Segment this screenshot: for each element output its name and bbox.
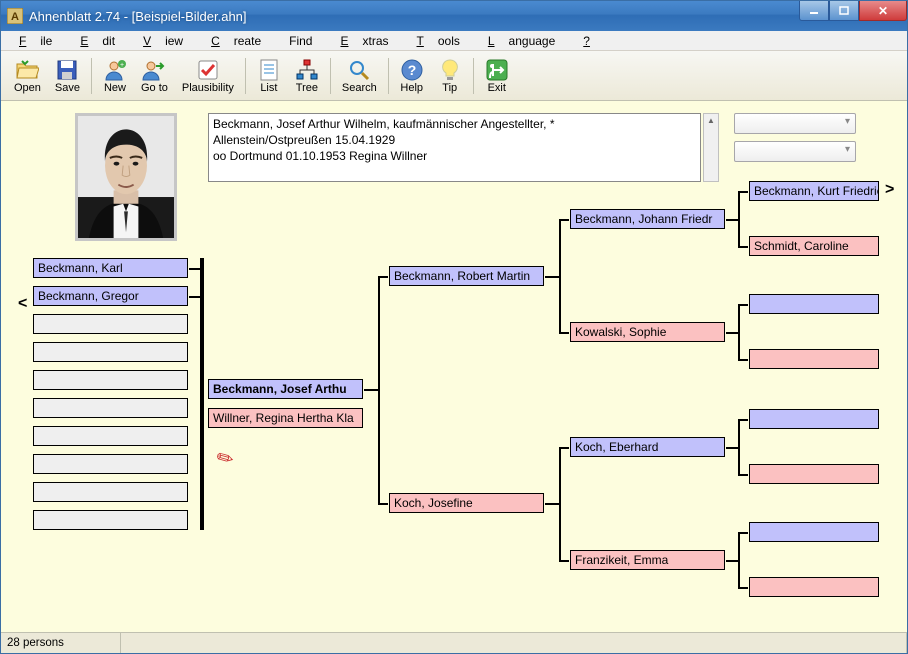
list-button[interactable]: List [250, 55, 288, 97]
child-slot-7[interactable] [33, 454, 188, 474]
main-area: Beckmann, Josef Arthur Wilhelm, kaufmänn… [1, 101, 907, 632]
menu-file[interactable]: File [5, 32, 66, 50]
help-button[interactable]: ?Help [393, 55, 431, 97]
child-slot-3[interactable] [33, 342, 188, 362]
gen4-fff[interactable]: Beckmann, Kurt Friedrich [749, 181, 879, 201]
menu-view[interactable]: View [129, 32, 197, 50]
status-bar: 28 persons [1, 632, 907, 653]
minimize-button[interactable] [799, 1, 829, 21]
gen2-father[interactable]: Beckmann, Robert Martin [389, 266, 544, 286]
exit-button[interactable]: Exit [478, 55, 516, 97]
menu-edit[interactable]: Edit [66, 32, 129, 50]
person-info[interactable]: Beckmann, Josef Arthur Wilhelm, kaufmänn… [208, 113, 701, 182]
person-photo[interactable] [75, 113, 177, 241]
gen4-fmf[interactable] [749, 294, 879, 314]
toolbar: Open Save +New Go to Plausibility List T… [1, 51, 907, 101]
gen3-father-mother[interactable]: Kowalski, Sophie [570, 322, 725, 342]
gen4-ffm[interactable]: Schmidt, Caroline [749, 236, 879, 256]
close-button[interactable]: ✕ [859, 1, 907, 21]
menu-help[interactable]: ? [569, 32, 604, 50]
children-bar [200, 258, 204, 530]
gen4-mmm[interactable] [749, 577, 879, 597]
maximize-button[interactable] [829, 1, 859, 21]
svg-text:+: + [120, 62, 124, 69]
child-slot-2[interactable] [33, 314, 188, 334]
status-persons: 28 persons [1, 633, 121, 653]
filter-combo-2[interactable] [734, 141, 856, 162]
spouse[interactable]: Willner, Regina Hertha Kla [208, 408, 363, 428]
focus-person[interactable]: Beckmann, Josef Arthu [208, 379, 363, 399]
gen2-mother[interactable]: Koch, Josefine [389, 493, 544, 513]
svg-text:?: ? [407, 62, 416, 78]
save-button[interactable]: Save [48, 55, 87, 97]
gen4-mff[interactable] [749, 409, 879, 429]
menu-tools[interactable]: Tools [403, 32, 474, 50]
child-slot-1[interactable]: Beckmann, Gregor [33, 286, 188, 306]
new-person-button[interactable]: +New [96, 55, 134, 97]
plausibility-button[interactable]: Plausibility [175, 55, 241, 97]
titlebar: A Ahnenblatt 2.74 - [Beispiel-Bilder.ahn… [1, 1, 907, 31]
menu-create[interactable]: Create [197, 32, 275, 50]
search-button[interactable]: Search [335, 55, 384, 97]
app-icon: A [7, 8, 23, 24]
child-slot-6[interactable] [33, 426, 188, 446]
nav-right-arrow[interactable]: > [885, 181, 894, 199]
child-slot-5[interactable] [33, 398, 188, 418]
menu-bar: File Edit View Create Find Extras Tools … [1, 31, 907, 51]
gen4-mmf[interactable] [749, 522, 879, 542]
menu-language[interactable]: Language [474, 32, 569, 50]
filter-combo-1[interactable] [734, 113, 856, 134]
pencil-icon [212, 443, 239, 473]
nav-left-arrow[interactable]: < [18, 295, 27, 313]
gen3-father-father[interactable]: Beckmann, Johann Friedr [570, 209, 725, 229]
child-slot-8[interactable] [33, 482, 188, 502]
gen3-mother-father[interactable]: Koch, Eberhard [570, 437, 725, 457]
child-slot-4[interactable] [33, 370, 188, 390]
menu-extras[interactable]: Extras [326, 32, 402, 50]
tree-button[interactable]: Tree [288, 55, 326, 97]
gen3-mother-mother[interactable]: Franzikeit, Emma [570, 550, 725, 570]
child-slot-9[interactable] [33, 510, 188, 530]
tip-button[interactable]: Tip [431, 55, 469, 97]
gen4-fmm[interactable] [749, 349, 879, 369]
child-slot-0[interactable]: Beckmann, Karl [33, 258, 188, 278]
info-scrollbar[interactable] [703, 113, 719, 182]
open-button[interactable]: Open [7, 55, 48, 97]
gen4-mfm[interactable] [749, 464, 879, 484]
svg-text:A: A [11, 11, 19, 23]
window-title: Ahnenblatt 2.74 - [Beispiel-Bilder.ahn] [29, 9, 799, 24]
menu-find[interactable]: Find [275, 32, 326, 50]
goto-button[interactable]: Go to [134, 55, 175, 97]
